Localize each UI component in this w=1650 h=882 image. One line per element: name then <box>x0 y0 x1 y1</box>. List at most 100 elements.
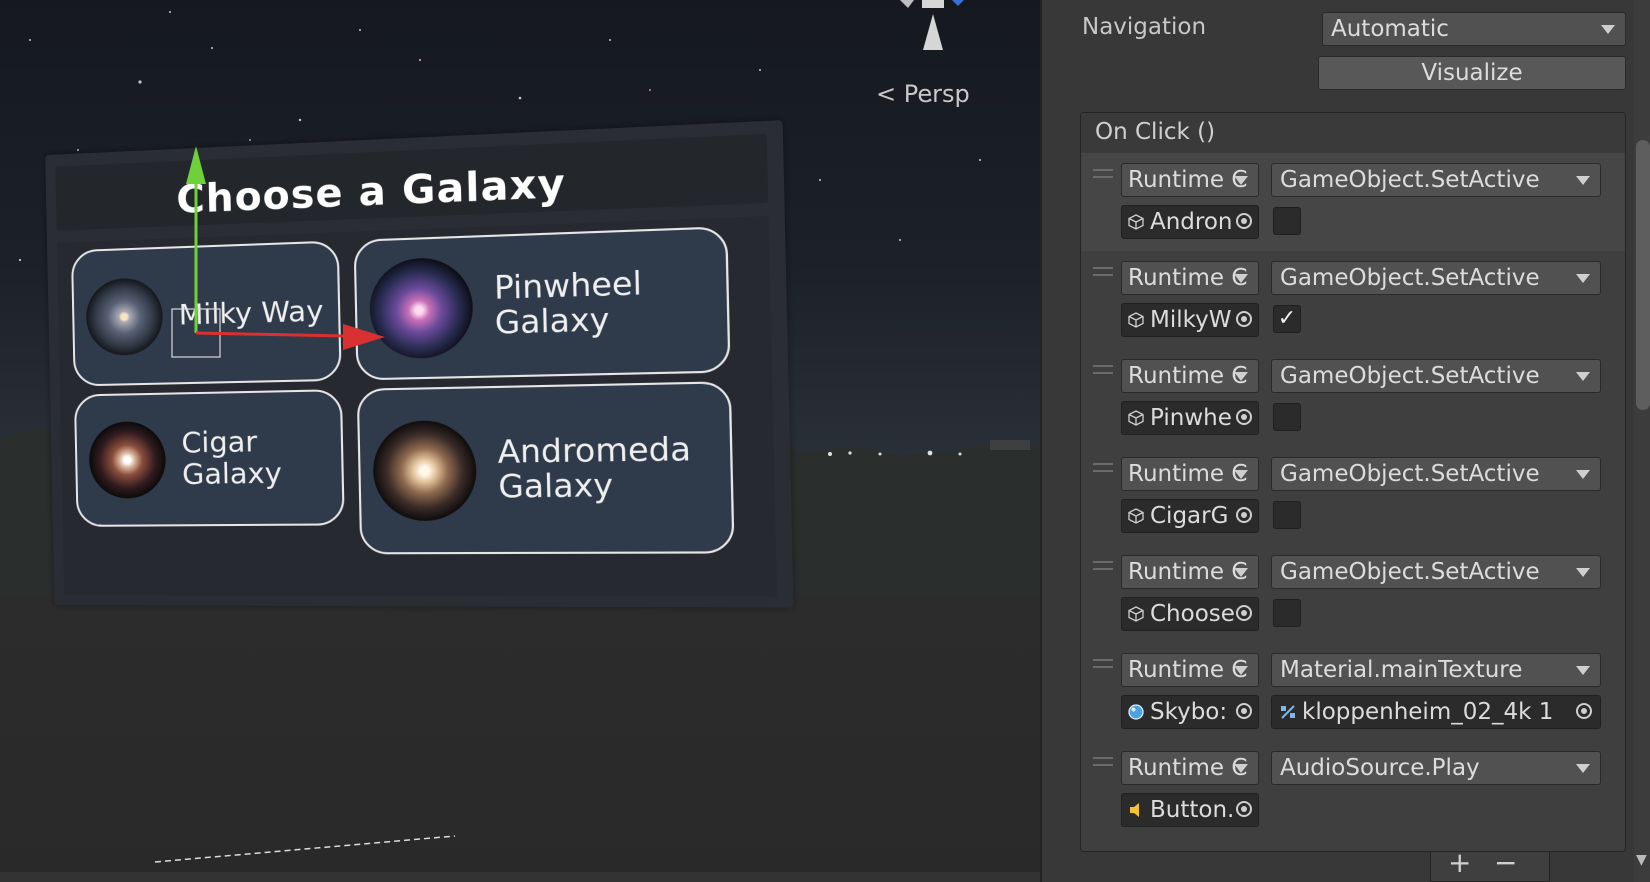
cube-icon <box>1128 410 1144 426</box>
runtime-value: Runtime C <box>1128 265 1248 291</box>
cigar-galaxy-button[interactable]: Cigar Galaxy <box>73 389 345 527</box>
on-click-event-list: On Click () Runtime C GameObject.SetActi… <box>1080 112 1626 852</box>
panel-title: Choose a Galaxy <box>175 160 567 222</box>
runtime-value: Runtime C <box>1128 363 1248 389</box>
dropdown-caret-icon <box>1234 274 1248 283</box>
target-object-name: MilkyW <box>1150 307 1232 333</box>
dropdown-caret-icon <box>1234 470 1248 479</box>
runtime-dropdown[interactable]: Runtime C <box>1121 751 1259 785</box>
cube-icon <box>1128 214 1144 230</box>
drag-handle-icon[interactable] <box>1093 463 1113 472</box>
target-object-name: Pinwhe <box>1150 405 1232 431</box>
function-dropdown[interactable]: GameObject.SetActive <box>1271 163 1601 197</box>
runtime-value: Runtime C <box>1128 167 1248 193</box>
navigation-label: Navigation <box>1082 14 1207 40</box>
orientation-gizmo[interactable] <box>860 0 1000 80</box>
function-value: AudioSource.Play <box>1280 755 1480 781</box>
function-dropdown[interactable]: GameObject.SetActive <box>1271 359 1601 393</box>
target-object-field[interactable]: Pinwhe <box>1121 401 1259 435</box>
dropdown-caret-icon <box>1576 470 1590 479</box>
drag-handle-icon[interactable] <box>1093 757 1113 766</box>
dropdown-caret-icon <box>1234 372 1248 381</box>
andromeda-galaxy-button[interactable]: Andromeda Galaxy <box>356 381 735 555</box>
runtime-dropdown[interactable]: Runtime C <box>1121 359 1259 393</box>
dropdown-caret-icon <box>1601 25 1615 34</box>
on-click-title: On Click () <box>1095 119 1216 145</box>
runtime-dropdown[interactable]: Runtime C <box>1121 653 1259 687</box>
drag-handle-icon[interactable] <box>1093 659 1113 668</box>
drag-handle-icon[interactable] <box>1093 169 1113 178</box>
target-object-name: Button. <box>1150 797 1235 823</box>
scroll-down-arrow-icon[interactable]: ▼ <box>1636 852 1647 868</box>
scrollbar-track[interactable] <box>1634 0 1650 882</box>
texture-argument-field[interactable]: kloppenheim_02_4k 1 <box>1271 695 1601 729</box>
target-object-field[interactable]: Andron <box>1121 205 1259 239</box>
dropdown-caret-icon <box>1234 176 1248 185</box>
object-picker-icon[interactable] <box>1236 213 1252 229</box>
target-object-field[interactable]: MilkyW <box>1121 303 1259 337</box>
scene-view[interactable]: < Persp Choose a Galaxy Milky Way Pinwhe… <box>0 0 1040 882</box>
perspective-chevron-icon: < <box>876 80 897 108</box>
event-entry[interactable]: Runtime C GameObject.SetActive MilkyW ✓ <box>1081 251 1625 349</box>
galaxy-menu-panel: Choose a Galaxy Milky Way Pinwheel Galax… <box>45 120 805 624</box>
bool-checkbox[interactable] <box>1273 403 1301 431</box>
drag-handle-icon[interactable] <box>1093 267 1113 276</box>
function-dropdown[interactable]: Material.mainTexture <box>1271 653 1601 687</box>
cigar-galaxy-image <box>88 421 167 499</box>
material-sphere-icon <box>1128 704 1144 720</box>
target-object-field[interactable]: CigarG <box>1121 499 1259 533</box>
drag-handle-icon[interactable] <box>1093 365 1113 374</box>
pinwheel-galaxy-button[interactable]: Pinwheel Galaxy <box>353 226 731 381</box>
dropdown-caret-icon <box>1234 666 1248 675</box>
runtime-value: Runtime C <box>1128 559 1248 585</box>
dropdown-caret-icon <box>1576 666 1590 675</box>
bool-checkbox[interactable] <box>1273 599 1301 627</box>
dropdown-caret-icon <box>1576 568 1590 577</box>
function-dropdown[interactable]: GameObject.SetActive <box>1271 555 1601 589</box>
add-event-button[interactable]: + <box>1448 846 1471 879</box>
bool-checkbox[interactable]: ✓ <box>1273 305 1301 333</box>
drag-handle-icon[interactable] <box>1093 561 1113 570</box>
event-entry[interactable]: Runtime C GameObject.SetActive CigarG <box>1081 447 1625 545</box>
bool-checkbox[interactable] <box>1273 501 1301 529</box>
function-value: GameObject.SetActive <box>1280 363 1540 389</box>
event-entry[interactable]: Runtime C GameObject.SetActive Pinwhe <box>1081 349 1625 447</box>
perspective-label[interactable]: < Persp <box>876 80 970 108</box>
event-entry[interactable]: Runtime C GameObject.SetActive Andron <box>1081 153 1625 251</box>
milky-way-button[interactable]: Milky Way <box>70 240 342 387</box>
event-entry[interactable]: Runtime C GameObject.SetActive Choose <box>1081 545 1625 643</box>
pinwheel-galaxy-label: Pinwheel Galaxy <box>493 265 643 342</box>
object-picker-icon[interactable] <box>1236 507 1252 523</box>
object-picker-icon[interactable] <box>1576 703 1592 719</box>
object-picker-icon[interactable] <box>1236 605 1252 621</box>
function-dropdown[interactable]: GameObject.SetActive <box>1271 457 1601 491</box>
runtime-dropdown[interactable]: Runtime C <box>1121 261 1259 295</box>
object-picker-icon[interactable] <box>1236 801 1252 817</box>
function-dropdown[interactable]: GameObject.SetActive <box>1271 261 1601 295</box>
object-picker-icon[interactable] <box>1236 409 1252 425</box>
milky-way-image <box>85 277 164 357</box>
function-value: GameObject.SetActive <box>1280 167 1540 193</box>
scrollbar-thumb[interactable] <box>1636 140 1650 410</box>
function-value: GameObject.SetActive <box>1280 559 1540 585</box>
runtime-dropdown[interactable]: Runtime C <box>1121 163 1259 197</box>
runtime-dropdown[interactable]: Runtime C <box>1121 555 1259 589</box>
andromeda-galaxy-image <box>372 419 478 522</box>
runtime-dropdown[interactable]: Runtime C <box>1121 457 1259 491</box>
visualize-button[interactable]: Visualize <box>1318 56 1626 90</box>
cigar-galaxy-label: Cigar Galaxy <box>181 424 283 491</box>
navigation-dropdown[interactable]: Automatic <box>1322 12 1626 46</box>
runtime-value: Runtime C <box>1128 755 1248 781</box>
target-object-field[interactable]: Skybo: <box>1121 695 1259 729</box>
event-entry[interactable]: Runtime C Material.mainTexture Skybo: kl… <box>1081 643 1625 741</box>
bool-checkbox[interactable] <box>1273 207 1301 235</box>
target-object-field[interactable]: Button. <box>1121 793 1259 827</box>
target-object-field[interactable]: Choose <box>1121 597 1259 631</box>
object-picker-icon[interactable] <box>1236 703 1252 719</box>
function-value: Material.mainTexture <box>1280 657 1523 683</box>
object-picker-icon[interactable] <box>1236 311 1252 327</box>
remove-event-button[interactable]: − <box>1494 846 1517 879</box>
event-entry[interactable]: Runtime C AudioSource.Play Button. <box>1081 741 1625 839</box>
function-dropdown[interactable]: AudioSource.Play <box>1271 751 1601 785</box>
on-click-header: On Click () <box>1081 113 1625 154</box>
